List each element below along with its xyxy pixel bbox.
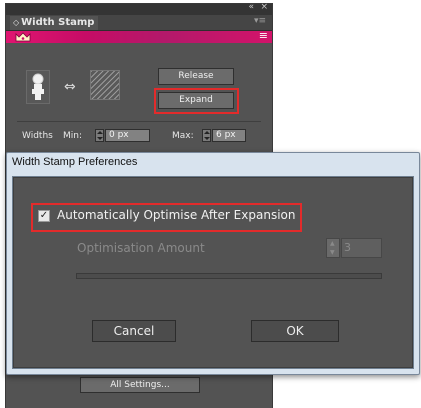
width-profile-swatch[interactable] bbox=[90, 70, 120, 100]
tab-width-stamp[interactable]: ◇ Width Stamp bbox=[10, 16, 98, 30]
optimisation-amount-label: Optimisation Amount bbox=[77, 241, 205, 255]
expand-highlight-box bbox=[154, 88, 239, 114]
checkmark-icon: ✓ bbox=[39, 210, 49, 221]
optimisation-amount-slider[interactable] bbox=[76, 273, 382, 279]
brand-menu-icon[interactable]: ≡ bbox=[259, 29, 268, 42]
max-stepper[interactable] bbox=[202, 129, 211, 142]
panel-menu-icon[interactable]: ▾≡ bbox=[254, 16, 266, 26]
ok-button[interactable]: OK bbox=[251, 320, 339, 342]
optimisation-amount-field[interactable]: 3 bbox=[341, 238, 382, 258]
tab-label: Width Stamp bbox=[21, 17, 95, 28]
collapse-icon[interactable]: « bbox=[248, 2, 254, 12]
panel-titlebar: « × bbox=[6, 2, 272, 15]
preferences-dialog: Width Stamp Preferences bbox=[6, 152, 420, 375]
panel-divider bbox=[17, 121, 261, 122]
max-label: Max: bbox=[172, 131, 194, 141]
optimisation-amount-stepper[interactable]: ▲ ▼ bbox=[326, 238, 340, 258]
dialog-title: Width Stamp Preferences bbox=[12, 156, 138, 168]
crown-logo-icon bbox=[15, 32, 31, 42]
stepper-down-icon: ▼ bbox=[330, 249, 335, 256]
min-label: Min: bbox=[63, 131, 83, 141]
max-field[interactable]: 6 px bbox=[212, 129, 246, 142]
min-stepper[interactable] bbox=[95, 129, 104, 142]
auto-optimise-checkbox[interactable]: ✓ bbox=[38, 210, 50, 222]
stamp-pin-icon bbox=[32, 73, 44, 100]
auto-optimise-label[interactable]: Automatically Optimise After Expansion bbox=[57, 208, 295, 222]
brand-bar: ≡ bbox=[6, 29, 272, 43]
stepper-up-icon: ▲ bbox=[330, 240, 335, 247]
panel-tabbar: ◇ Width Stamp ▾≡ bbox=[6, 15, 272, 31]
stamp-tool-icon[interactable] bbox=[26, 70, 50, 104]
all-settings-button[interactable]: All Settings... bbox=[80, 377, 200, 393]
link-icon[interactable]: ⇔ bbox=[64, 79, 76, 95]
release-button[interactable]: Release bbox=[158, 68, 234, 85]
min-field[interactable]: 0 px bbox=[105, 129, 150, 142]
close-icon[interactable]: × bbox=[260, 2, 268, 12]
widths-label: Widths bbox=[22, 131, 53, 141]
cancel-button[interactable]: Cancel bbox=[92, 320, 176, 342]
tab-toggle-icon: ◇ bbox=[13, 18, 20, 27]
